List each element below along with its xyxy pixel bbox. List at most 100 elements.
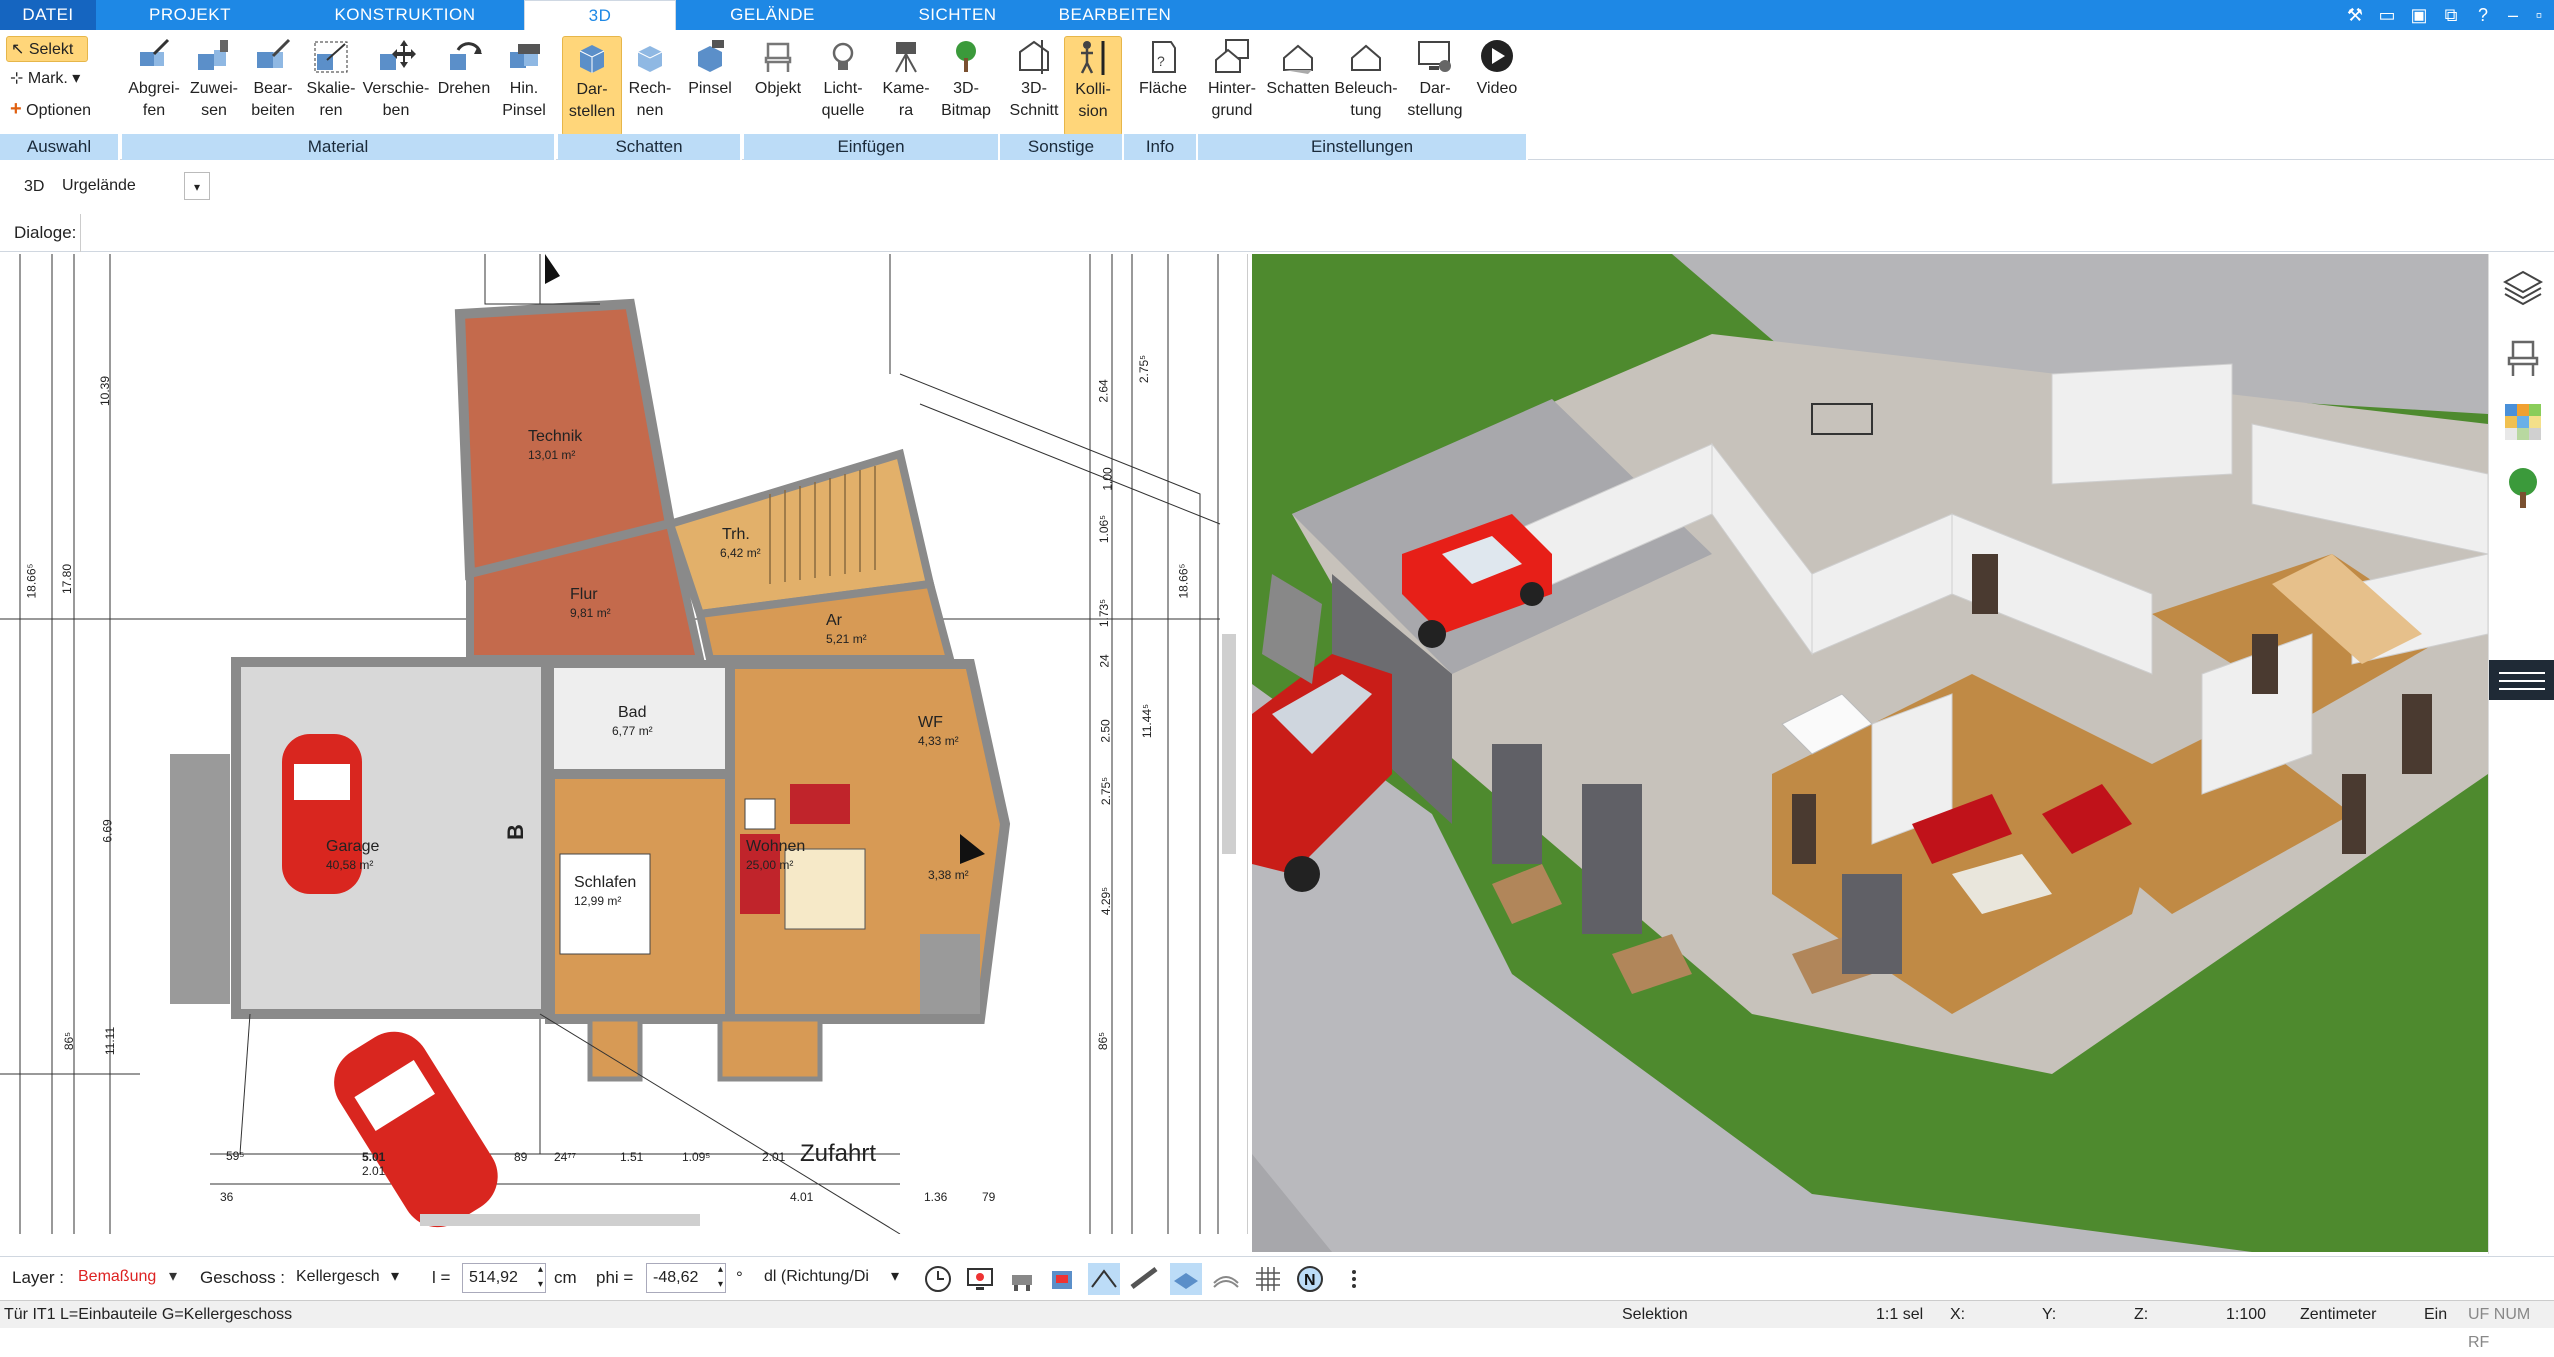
tab-bearbeiten[interactable]: BEARBEITEN [1040,0,1190,30]
chevron-down-icon: ▾ [184,172,210,200]
tab-konstruktion[interactable]: KONSTRUKTION [300,0,510,30]
more-options-icon[interactable] [1338,1263,1370,1295]
restore-icon[interactable]: ⧉ [2436,2,2466,28]
dim-label: 11.11 [103,1026,118,1056]
tab-3d[interactable]: 3D [524,0,676,30]
clock-icon[interactable] [922,1263,954,1295]
status-mode: Selektion [1622,1306,1688,1323]
tools-icon[interactable]: ⚒ [2340,2,2370,28]
optionen-button[interactable]: + Optionen [6,96,116,122]
terrain-icon[interactable] [1210,1263,1242,1295]
house-light-icon [1351,44,1381,71]
mark-button[interactable]: ⊹ Mark. ▾ [6,66,106,92]
group-material: Material [122,134,556,160]
status-bar: Tür IT1 L=Einbauteile G=Kellergeschoss S… [0,1300,2554,1351]
move-icon [380,40,416,70]
room-area: 3,38 m² [928,868,969,882]
monitor-icon[interactable] [964,1263,996,1295]
group-schatten: Schatten [558,134,742,160]
group-info: Info [1124,134,1198,160]
dim-label: 2.01 [362,1164,386,1178]
status-unit: Zentimeter [2300,1306,2377,1323]
bearbeiten-button[interactable]: Bear- beiten [242,36,304,122]
section-marker: B [502,824,528,840]
flaeche-button[interactable]: ? Fläche [1130,36,1196,100]
objekt-button[interactable]: Objekt [748,36,808,100]
dim-label: 5.01 [362,1150,386,1164]
phi-input[interactable]: -48,62 ▴ ▾ [646,1263,726,1293]
furniture-icon[interactable] [1006,1263,1038,1295]
bitmap-3d-button[interactable]: 3D- Bitmap [936,36,996,122]
dim-label: 86⁵ [1096,1031,1111,1051]
stairs-icon[interactable] [1128,1263,1160,1295]
chair-icon[interactable] [2503,338,2543,378]
3d-view[interactable] [1252,254,2488,1252]
room-area: 12,99 m² [574,894,622,908]
roof-icon[interactable] [1088,1263,1120,1295]
status-scale: 1:100 [2226,1306,2267,1323]
material-palette-icon[interactable] [2503,402,2543,442]
dim-label: 59⁵ [226,1149,245,1163]
assign-material-icon [198,40,228,70]
spinner-icon[interactable]: ▴ ▾ [538,1262,543,1292]
kollision-button[interactable]: Kolli- sion [1064,36,1122,136]
drehen-button[interactable]: Drehen [432,36,496,100]
3d-render [1252,254,2488,1252]
tab-gelaende[interactable]: GELÄNDE [700,0,845,30]
layers-icon[interactable] [2503,268,2543,308]
chevron-down-icon: ▾ [390,1268,400,1285]
wall-icon[interactable] [1046,1263,1078,1295]
l-label: l = [432,1268,451,1287]
menu-tab-bar: DATEI PROJEKT KONSTRUKTION 3D GELÄNDE SI… [0,0,2554,30]
kamera-button[interactable]: Kame- ra [876,36,936,122]
brush-icon [510,44,540,68]
dim-label: 79 [982,1190,996,1204]
group-auswahl: Auswahl [0,134,120,160]
folder-icon[interactable]: ▭ [2372,2,2402,28]
beleuchtung-button[interactable]: Beleuch- tung [1332,36,1400,122]
skalieren-button[interactable]: Skalie- ren [300,36,362,122]
tab-sichten[interactable]: SICHTEN [890,0,1025,30]
schnitt-3d-button[interactable]: 3D- Schnitt [1004,36,1064,122]
edit-material-icon [257,38,291,68]
video-button[interactable]: Video [1468,36,1526,100]
panel-toggle-button[interactable] [2489,660,2554,700]
terrain-select[interactable]: Urgelände ▾ [56,172,210,202]
room-area: 40,58 m² [326,858,374,872]
side-panel [2488,254,2554,1254]
l-input[interactable]: 514,92 ▴ ▾ [462,1263,546,1293]
schatten-pinsel-button[interactable]: Pinsel [680,36,740,100]
lightbulb-icon [832,42,854,70]
hin-pinsel-button[interactable]: Hin. Pinsel [494,36,554,122]
tree-icon[interactable] [2503,466,2543,510]
room-area: 6,77 m² [612,724,653,738]
abgreifen-button[interactable]: Abgrei- fen [122,36,186,122]
spinner-icon[interactable]: ▴ ▾ [718,1262,723,1292]
layer-select[interactable]: Bemaßung ▾ [72,1263,184,1293]
darstellen-button[interactable]: Dar- stellen [562,36,622,136]
maximize-icon[interactable]: ▫ [2526,2,2552,28]
tab-datei[interactable]: DATEI [0,0,96,30]
selekt-button[interactable]: ↖ Selekt [6,36,88,62]
north-icon[interactable]: N [1294,1263,1326,1295]
darstellung-button[interactable]: Dar- stellung [1404,36,1466,122]
grid-icon[interactable] [1252,1263,1284,1295]
rechnen-button[interactable]: Rech- nen [622,36,678,122]
geschoss-select[interactable]: Kellergesch ▾ [290,1263,406,1293]
einstellung-schatten-button[interactable]: Schatten [1264,36,1332,100]
lichtquelle-button[interactable]: Licht- quelle [810,36,876,122]
hintergrund-button[interactable]: Hinter- grund [1200,36,1264,122]
dim-label: 89 [514,1150,528,1164]
help-icon[interactable]: ? [2468,2,2498,28]
verschieben-button[interactable]: Verschie- ben [360,36,432,122]
floor-plan-view[interactable]: Technik 13,01 m² Trh. 6,42 m² Flur 9,81 … [0,254,1248,1234]
plane-icon[interactable] [1170,1263,1202,1295]
tab-projekt[interactable]: PROJEKT [120,0,260,30]
dim-label: 10.39 [98,375,113,407]
window-icon[interactable]: ▣ [2404,2,2434,28]
zuweisen-button[interactable]: Zuwei- sen [184,36,244,122]
group-einfuegen: Einfügen [744,134,1000,160]
dl-select[interactable]: dl (Richtung/Di ▾ [758,1263,906,1293]
view-toolbar: 3D Urgelände ▾ [0,162,2554,212]
minimize-icon[interactable]: – [2500,2,2526,28]
